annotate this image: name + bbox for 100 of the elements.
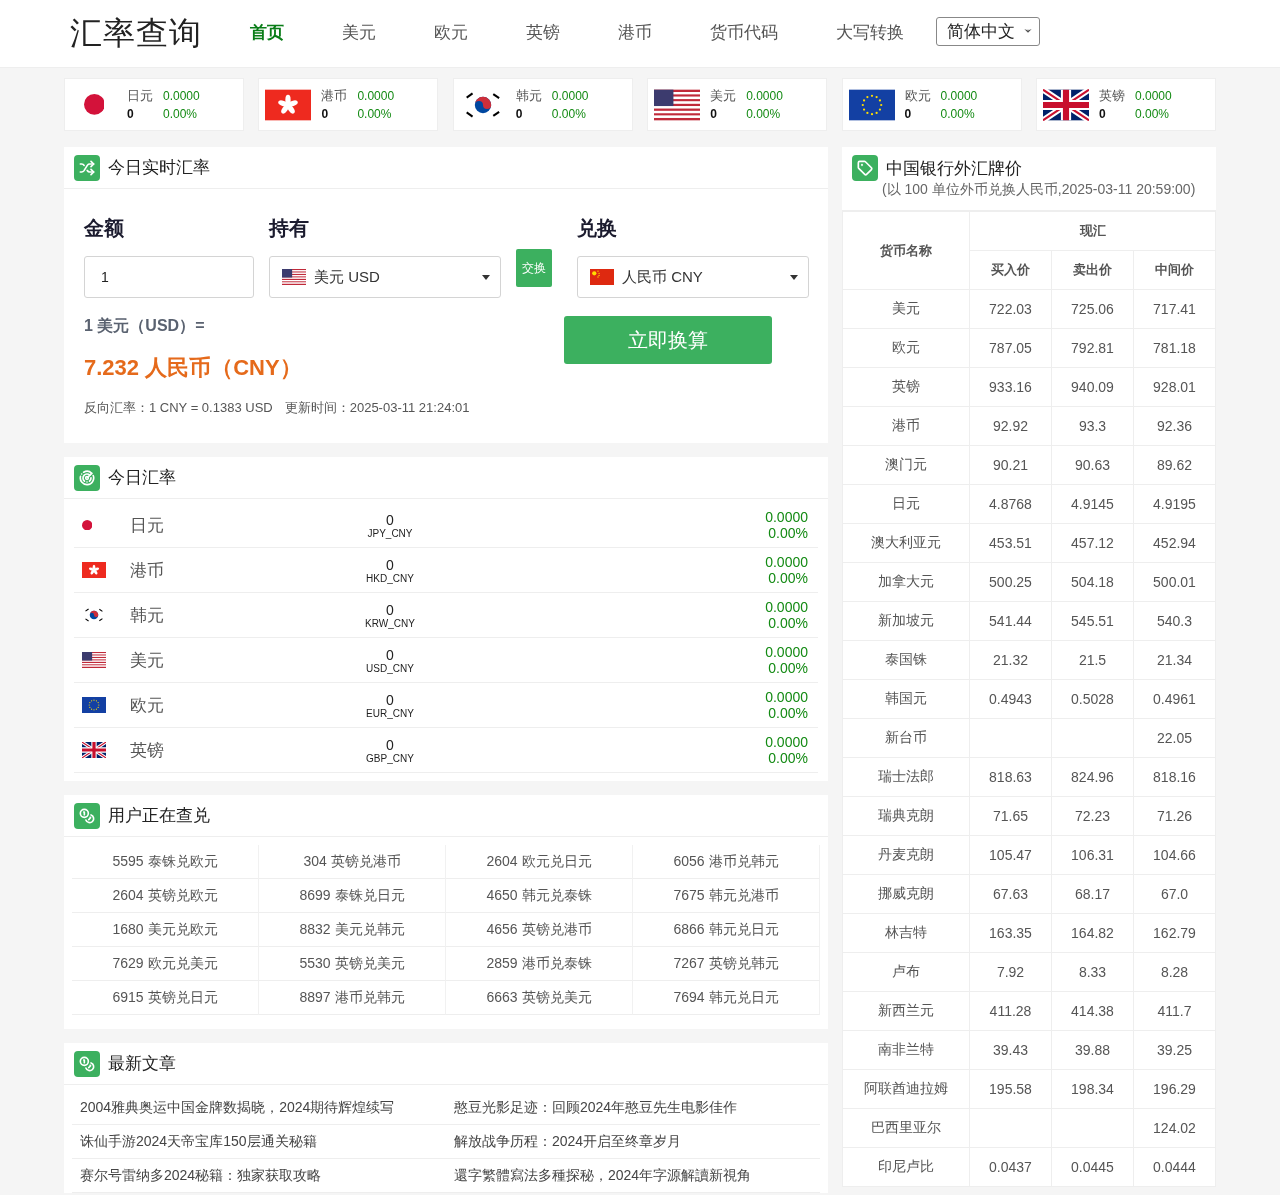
table-cell: 0.4961: [1133, 679, 1216, 719]
coins-icon: [74, 802, 100, 829]
table-cell: 0.0445: [1051, 1147, 1134, 1187]
flag-icon: [82, 519, 93, 531]
rate-value: 0.0000: [765, 554, 808, 570]
rate-ticker-card[interactable]: 日元 0 0.0000 0.00%: [64, 78, 244, 131]
rate-ticker-card[interactable]: 韩元 0 0.0000 0.00%: [452, 78, 633, 131]
currency-select[interactable]: 美元 USD: [269, 256, 501, 298]
amount-field[interactable]: 1: [84, 256, 254, 298]
site-logo[interactable]: 汇率查询: [70, 12, 202, 56]
query-link[interactable]: 2604 英镑兑欧元: [72, 879, 259, 913]
table-cell: 欧元: [842, 328, 970, 368]
rate-value: 0: [386, 511, 394, 528]
query-link[interactable]: 6056 港币兑韩元: [633, 845, 820, 879]
column-header: 卖出价: [1051, 250, 1134, 290]
section-title: 最新文章: [108, 1053, 176, 1075]
query-link[interactable]: 2604 欧元兑日元: [446, 845, 633, 879]
table-cell: 丹麦克朗: [842, 835, 970, 875]
table-cell: 美元: [842, 289, 970, 329]
table-cell: 500.01: [1133, 562, 1216, 602]
table-cell: 92.36: [1133, 406, 1216, 446]
nav-link[interactable]: 欧元: [434, 20, 468, 44]
article-link[interactable]: 解放战争历程：2024开启至终章岁月: [446, 1125, 820, 1159]
table-cell: 124.02: [1133, 1108, 1216, 1148]
article-link[interactable]: 诛仙手游2024天帝宝库150层通关秘籍: [72, 1125, 446, 1159]
query-link[interactable]: 8832 美元兑韩元: [259, 913, 446, 947]
currency-name: 韩元: [130, 604, 164, 627]
query-link[interactable]: 5595 泰铢兑欧元: [72, 845, 259, 879]
currency-pair: USD_CNY: [366, 662, 414, 674]
table-cell: 卢布: [842, 952, 970, 992]
rate-value: 0.0000: [765, 644, 808, 660]
section-title: 中国银行外汇牌价: [886, 157, 1022, 180]
table-cell: 67.0: [1133, 874, 1216, 914]
nav-link[interactable]: 首页: [250, 20, 284, 44]
rate-value: 0.0000: [746, 87, 783, 105]
query-link[interactable]: 7675 韩元兑港币: [633, 879, 820, 913]
table-cell: 新台币: [842, 718, 970, 758]
query-link[interactable]: 6866 韩元兑日元: [633, 913, 820, 947]
nav-link[interactable]: 美元: [342, 20, 376, 44]
table-cell: 韩国元: [842, 679, 970, 719]
table-cell: 4.9145: [1051, 484, 1134, 524]
table-cell: 196.29: [1133, 1069, 1216, 1109]
base-amount: 1 美元（USD）=: [84, 316, 206, 336]
table-cell: 540.3: [1133, 601, 1216, 641]
table-cell: 泰国铢: [842, 640, 970, 680]
change-percent: 0.00%: [768, 615, 808, 631]
currency-name: 港币: [130, 559, 164, 582]
change-percent: 0.00%: [746, 105, 782, 123]
currency-name: 港币: [321, 86, 348, 105]
table-cell: 818.63: [969, 757, 1052, 797]
rate-value: 0: [904, 105, 913, 123]
change-percent: 0.00%: [768, 525, 808, 541]
nav-link[interactable]: 货币代码: [710, 20, 778, 44]
flag-icon: [83, 94, 105, 115]
caret-icon: [790, 274, 798, 280]
query-link[interactable]: 5530 英镑兑美元: [259, 947, 446, 981]
nav-link[interactable]: 大写转换: [836, 20, 904, 44]
currency-pair: JPY_CNY: [367, 527, 413, 539]
query-link[interactable]: 7694 韩元兑日元: [633, 981, 820, 1015]
query-link[interactable]: 2859 港币兑泰铢: [446, 947, 633, 981]
rate-ticker-card[interactable]: 欧元 0 0.0000 0.00%: [841, 78, 1022, 131]
query-link[interactable]: 7267 英镑兑韩元: [633, 947, 820, 981]
flag-icon: [848, 88, 895, 121]
article-link[interactable]: 憨豆光影足迹：回顾2024年憨豆先生电影佳作: [446, 1091, 820, 1125]
table-cell: 781.18: [1133, 328, 1216, 368]
field-label: 持有: [269, 216, 310, 241]
nav-link[interactable]: 港币: [618, 20, 652, 44]
language-select[interactable]: 简体中文: [936, 16, 1040, 46]
query-link[interactable]: 304 英镑兑港币: [259, 845, 446, 879]
flag-icon: [82, 697, 106, 713]
article-link[interactable]: 2004雅典奥运中国金牌数揭晓，2024期待辉煌续写: [72, 1091, 446, 1125]
article-link[interactable]: 還字繁體寫法多種探秘，2024年字源解讀新視角: [446, 1159, 820, 1193]
query-link[interactable]: 4656 英镑兑港币: [446, 913, 633, 947]
query-link[interactable]: 1680 美元兑欧元: [72, 913, 259, 947]
rate-ticker-card[interactable]: 港币 0 0.0000 0.00%: [258, 78, 439, 131]
table-cell: 8.33: [1051, 952, 1134, 992]
table-cell: 阿联酋迪拉姆: [842, 1069, 970, 1109]
currency-name: 欧元: [904, 86, 931, 105]
rate-ticker-card[interactable]: 美元 0 0.0000 0.00%: [647, 78, 828, 131]
table-cell: 163.35: [969, 913, 1052, 953]
query-link[interactable]: 8699 泰铢兑日元: [259, 879, 446, 913]
currency-pair: HKD_CNY: [366, 572, 414, 584]
currency-select[interactable]: 人民币 CNY: [577, 256, 809, 298]
query-link[interactable]: 6915 英镑兑日元: [72, 981, 259, 1015]
query-link[interactable]: 8897 港币兑韩元: [259, 981, 446, 1015]
query-link[interactable]: 4650 韩元兑泰铢: [446, 879, 633, 913]
table-cell: 90.21: [969, 445, 1052, 485]
rate-value: 0.0000: [940, 87, 978, 105]
table-cell: 新西兰元: [842, 991, 970, 1031]
flag-icon: [654, 88, 701, 121]
article-link[interactable]: 赛尔号雷纳多2024秘籍：独家获取攻略: [72, 1159, 446, 1193]
table-cell: 71.65: [969, 796, 1052, 836]
nav-link[interactable]: 英镑: [526, 20, 560, 44]
table-cell: 500.25: [969, 562, 1052, 602]
rate-ticker-card[interactable]: 英镑 0 0.0000 0.00%: [1035, 78, 1216, 131]
query-link[interactable]: 7629 欧元兑美元: [72, 947, 259, 981]
query-link[interactable]: 6663 英镑兑美元: [446, 981, 633, 1015]
rate-value: 0: [386, 736, 394, 753]
table-cell: 198.34: [1051, 1069, 1134, 1109]
table-cell: 725.06: [1051, 289, 1134, 329]
